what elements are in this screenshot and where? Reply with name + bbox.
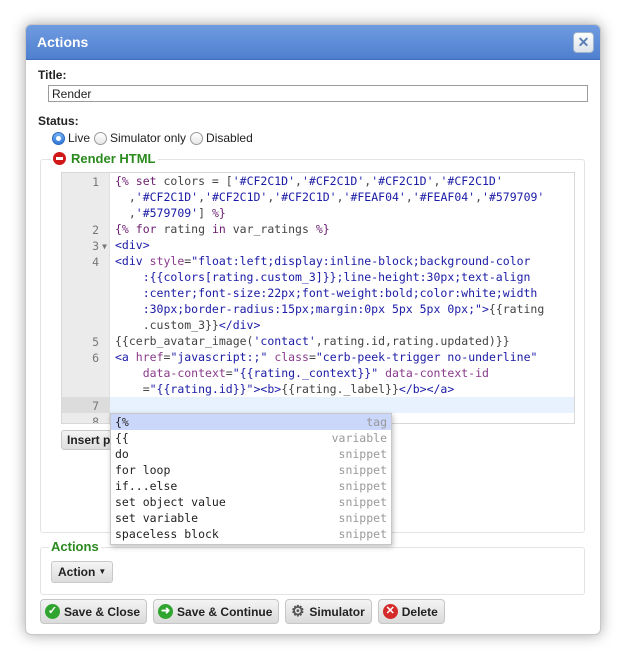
autocomplete-item[interactable]: for loop snippet <box>111 462 391 478</box>
title-label: Title: <box>38 68 67 82</box>
autocomplete-popup[interactable]: {% tag {{ variable do snippet for loop snipp… <box>110 413 392 545</box>
autocomplete-kind: tag <box>366 415 387 429</box>
code-line: <div> <box>115 238 150 252</box>
status-simulator-radio[interactable] <box>94 131 108 145</box>
autocomplete-label: spaceless block <box>115 527 219 541</box>
autocomplete-item[interactable]: {% tag <box>111 414 391 430</box>
actions-dialog: Actions ✕ Title: Status: Live Simulator … <box>25 24 601 635</box>
code-line: ="{{rating.id}}"><b>{{rating._label}}</b… <box>115 382 455 396</box>
dialog-title: Actions <box>37 34 89 50</box>
autocomplete-item[interactable]: set variable snippet <box>111 510 391 526</box>
check-icon: ✓ <box>45 604 60 619</box>
arrow-right-icon: ➜ <box>158 604 174 619</box>
actions-fieldset: Actions Action ▼ <box>40 539 585 595</box>
code-line: <div style="float:left;display:inline-bl… <box>115 254 531 268</box>
save-continue-label: Save & Continue <box>177 604 273 619</box>
code-editor[interactable]: 1 2 3 ▼ 4 5 6 7 8 {% set colors = ['#CF2… <box>61 172 575 424</box>
autocomplete-label: set object value <box>115 495 226 509</box>
code-line: .custom_3}}</div> <box>115 318 261 332</box>
active-line-highlight <box>110 397 574 413</box>
simulator-label: Simulator <box>309 604 365 619</box>
code-line: <a href="javascript:;" class="cerb-peek-… <box>115 350 538 364</box>
autocomplete-label: {{ <box>115 431 129 445</box>
render-html-legend-text: Render HTML <box>71 151 156 166</box>
code-line: {% set colors = ['#CF2C1D','#CF2C1D','#C… <box>115 174 503 188</box>
code-line: :center;font-size:22px;font-weight:bold;… <box>115 286 538 300</box>
autocomplete-kind: snippet <box>338 527 387 541</box>
actions-legend: Actions <box>49 539 101 554</box>
save-close-button[interactable]: ✓ Save & Close <box>40 599 148 624</box>
save-continue-button[interactable]: ➜ Save & Continue <box>153 599 280 624</box>
line-number: 8 <box>92 415 99 424</box>
autocomplete-item[interactable]: spaceless block snippet <box>111 526 391 542</box>
autocomplete-label: set variable <box>115 511 199 525</box>
status-live-label[interactable]: Live <box>68 131 90 145</box>
delete-label: Delete <box>401 604 438 619</box>
line-number: 6 <box>92 351 99 365</box>
status-live-radio[interactable] <box>52 131 65 145</box>
autocomplete-label: if...else <box>115 479 178 493</box>
line-number: 5 <box>92 335 99 349</box>
autocomplete-item[interactable]: {{ variable <box>111 430 391 446</box>
autocomplete-item[interactable]: if...else snippet <box>111 478 391 494</box>
code-line: {% for rating in var_ratings %} <box>115 222 330 236</box>
status-disabled-radio[interactable] <box>190 131 204 145</box>
autocomplete-kind: snippet <box>338 479 387 493</box>
active-line-gutter <box>62 397 110 413</box>
autocomplete-item[interactable]: set object value snippet <box>111 494 391 510</box>
code-line: ,'#CF2C1D','#CF2C1D','#CF2C1D','#FEAF04'… <box>115 190 545 204</box>
status-label: Status: <box>38 114 79 128</box>
autocomplete-label: do <box>115 447 129 461</box>
dialog-footer: ✓ Save & Close ➜ Save & Continue ⚙ Simul… <box>40 599 451 624</box>
code-line: {{cerb_avatar_image('contact',rating.id,… <box>115 334 510 348</box>
status-simulator-label[interactable]: Simulator only <box>110 131 186 145</box>
fold-toggle-icon[interactable]: ▼ <box>102 242 107 251</box>
chevron-down-icon: ▼ <box>98 567 107 576</box>
code-line: :{{colors[rating.custom_3]}};line-height… <box>115 270 531 284</box>
code-line: data-context="{{rating._context}}" data-… <box>142 366 489 380</box>
save-close-label: Save & Close <box>64 604 141 619</box>
line-number: 4 <box>92 255 99 269</box>
action-menu-label: Action <box>58 565 96 579</box>
title-input[interactable] <box>48 85 588 102</box>
gear-icon: ⚙ <box>291 603 305 620</box>
autocomplete-kind: snippet <box>338 511 387 525</box>
action-menu-button[interactable]: Action ▼ <box>51 561 114 583</box>
delete-icon: ✕ <box>382 604 398 619</box>
code-line: :30px;border-radius:15px;margin:0px 5px … <box>115 302 545 316</box>
line-number: 7 <box>92 399 99 413</box>
line-number: 2 <box>92 223 99 237</box>
editor-gutter: 1 2 3 ▼ 4 5 6 7 8 <box>62 173 110 423</box>
status-radio-group: Live Simulator only Disabled <box>52 131 588 145</box>
line-number: 1 <box>92 175 99 189</box>
close-icon[interactable]: ✕ <box>573 32 594 53</box>
code-line: ,'#579709'] %} <box>115 206 226 220</box>
autocomplete-label: {% <box>115 415 129 429</box>
autocomplete-item[interactable]: do snippet <box>111 446 391 462</box>
simulator-button[interactable]: ⚙ Simulator <box>285 599 372 624</box>
autocomplete-kind: snippet <box>338 447 387 461</box>
autocomplete-kind: snippet <box>338 463 387 477</box>
delete-button[interactable]: ✕ Delete <box>377 599 445 624</box>
autocomplete-kind: variable <box>331 431 387 445</box>
dialog-titlebar: Actions ✕ <box>26 25 600 60</box>
render-html-legend[interactable]: Render HTML <box>51 151 158 166</box>
line-number: 3 <box>92 239 99 253</box>
autocomplete-label: for loop <box>115 463 171 477</box>
status-disabled-label[interactable]: Disabled <box>206 131 253 145</box>
collapse-icon[interactable] <box>53 152 66 165</box>
autocomplete-kind: snippet <box>338 495 387 509</box>
